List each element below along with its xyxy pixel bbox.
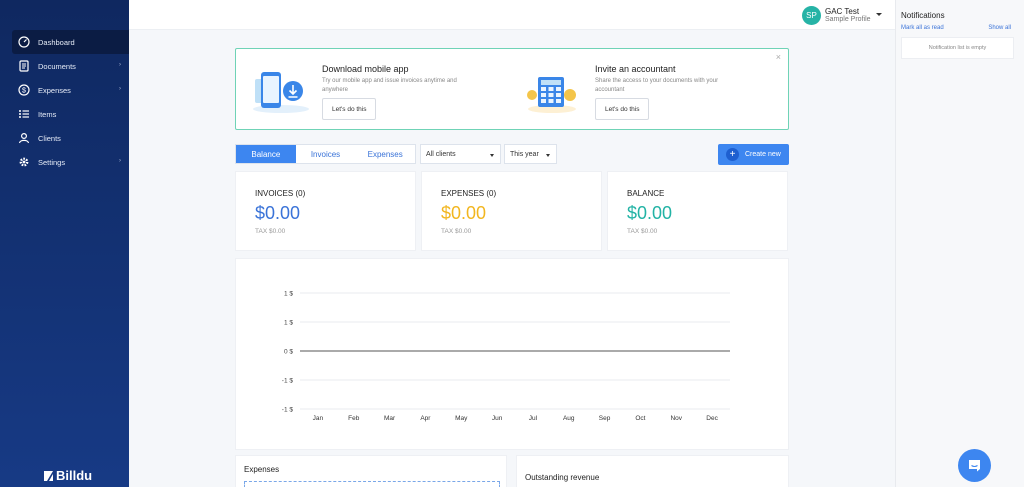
billdu-logo-icon (44, 470, 53, 481)
mobile-app-button[interactable]: Let's do this (322, 98, 377, 120)
accountant-illustration-icon (527, 77, 576, 113)
card-label: BALANCE (627, 189, 665, 198)
sidebar-item-dashboard[interactable]: Dashboard (12, 30, 129, 54)
sidebar-item-label: Documents (38, 61, 76, 71)
caret-down-icon (490, 154, 494, 157)
card-label: EXPENSES (0) (441, 189, 497, 198)
accountant-text: Share the access to your documents with … (595, 78, 719, 93)
dollar-icon: $ (18, 84, 30, 96)
sidebar-item-label: Clients (38, 133, 61, 143)
sidebar-item-label: Items (38, 109, 57, 119)
create-new-label: Create new (745, 151, 781, 158)
x-tick-label: Jan (313, 415, 324, 422)
dashboard-tabs: Balance Invoices Expenses (235, 144, 416, 164)
y-tick-label: 0 $ (284, 349, 293, 356)
brand-logo[interactable]: Billdu (43, 468, 92, 483)
svg-text:$: $ (22, 88, 26, 95)
create-new-button[interactable]: + Create new (718, 144, 789, 165)
chevron-right-icon: › (119, 86, 121, 92)
card-label: INVOICES (0) (255, 189, 306, 198)
tab-invoices[interactable]: Invoices (296, 145, 356, 163)
x-tick-label: Mar (384, 415, 396, 422)
y-tick-label: -1 $ (282, 378, 294, 385)
expenses-dropzone (244, 481, 500, 487)
expenses-card[interactable]: EXPENSES (0) $0.00 TAX $0.00 (421, 171, 602, 251)
outstanding-panel-title: Outstanding revenue (525, 473, 600, 482)
card-value: $0.00 (627, 203, 673, 223)
mobile-app-title: Download mobile app (322, 64, 409, 74)
close-icon[interactable]: × (776, 52, 781, 62)
x-tick-label: May (455, 415, 468, 422)
sidebar: Dashboard Documents › $ Expenses › Items (0, 0, 129, 487)
y-tick-label: -1 $ (282, 407, 294, 414)
notifications-panel: Notifications Mark all as read Show all … (895, 0, 1024, 487)
outstanding-panel: Outstanding revenue (516, 455, 789, 487)
sidebar-item-expenses[interactable]: $ Expenses › (12, 78, 129, 102)
topbar: SP GAC Test Sample Profile (129, 0, 895, 30)
y-tick-label: 1 $ (284, 291, 293, 298)
sidebar-item-settings[interactable]: Settings › (12, 150, 129, 174)
chat-icon (969, 460, 980, 472)
accountant-title: Invite an accountant (595, 64, 676, 74)
chat-button[interactable] (958, 449, 991, 482)
x-tick-label: Aug (563, 415, 575, 422)
card-value: $0.00 (255, 203, 301, 223)
sidebar-item-label: Expenses (38, 85, 71, 95)
card-tax: TAX $0.00 (627, 228, 658, 235)
balance-chart: 1 $ 1 $ 0 $ -1 $ -1 $ Jan Feb Mar Apr May Jun Jul Au… (235, 258, 789, 450)
x-tick-label: Sep (599, 415, 611, 422)
document-icon (18, 60, 30, 72)
avatar[interactable]: SP (802, 6, 821, 25)
caret-down-icon[interactable] (876, 13, 882, 16)
mobile-app-text: Try our mobile app and issue invoices an… (322, 78, 457, 93)
clients-select[interactable]: All clients (420, 144, 501, 164)
profile-name[interactable]: GAC Test (825, 7, 859, 16)
chevron-right-icon: › (119, 62, 121, 68)
x-tick-label: Nov (670, 415, 682, 422)
brand-name: Billdu (56, 468, 93, 483)
user-icon (18, 132, 30, 144)
tab-balance[interactable]: Balance (236, 145, 296, 163)
sidebar-item-items[interactable]: Items (12, 102, 129, 126)
clients-select-value: All clients (426, 150, 456, 158)
period-select-value: This year (510, 150, 539, 158)
y-tick-label: 1 $ (284, 320, 293, 327)
tab-expenses[interactable]: Expenses (355, 145, 415, 163)
x-tick-label: Oct (635, 415, 645, 422)
notifications-empty: Notification list is empty (901, 37, 1014, 59)
invoices-card[interactable]: INVOICES (0) $0.00 TAX $0.00 (235, 171, 416, 251)
caret-down-icon (546, 154, 550, 157)
sidebar-nav: Dashboard Documents › $ Expenses › Items (12, 30, 129, 174)
x-tick-label: Apr (420, 415, 431, 422)
expenses-panel-title: Expenses (244, 465, 280, 474)
card-value: $0.00 (441, 203, 487, 223)
balance-card[interactable]: BALANCE $0.00 TAX $0.00 (607, 171, 788, 251)
mobile-app-illustration-icon (253, 72, 309, 113)
sidebar-item-clients[interactable]: Clients (12, 126, 129, 150)
promo-banner: × Download mobile app Try our mobile app… (235, 48, 789, 130)
list-icon (18, 108, 30, 120)
sidebar-item-documents[interactable]: Documents › (12, 54, 129, 78)
card-tax: TAX $0.00 (441, 228, 472, 235)
x-tick-label: Feb (348, 415, 360, 422)
accountant-button[interactable]: Let's do this (595, 98, 650, 120)
expenses-panel: Expenses (235, 455, 507, 487)
show-all-link[interactable]: Show all (988, 25, 1011, 31)
x-tick-label: Dec (706, 415, 718, 422)
card-tax: TAX $0.00 (255, 228, 286, 235)
plus-icon: + (726, 148, 739, 161)
gauge-icon (18, 36, 30, 48)
gear-icon (18, 156, 30, 168)
chevron-right-icon: › (119, 158, 121, 164)
period-select[interactable]: This year (504, 144, 557, 164)
balance-chart-svg: 1 $ 1 $ 0 $ -1 $ -1 $ Jan Feb Mar Apr May Jun Jul Au… (282, 291, 730, 422)
notifications-title: Notifications (901, 11, 945, 20)
x-tick-label: Jul (529, 415, 538, 422)
sidebar-item-label: Dashboard (38, 37, 75, 47)
sidebar-item-label: Settings (38, 157, 66, 167)
mark-all-read-link[interactable]: Mark all as read (901, 25, 944, 31)
x-tick-label: Jun (492, 415, 503, 422)
profile-subtitle[interactable]: Sample Profile (825, 16, 871, 23)
